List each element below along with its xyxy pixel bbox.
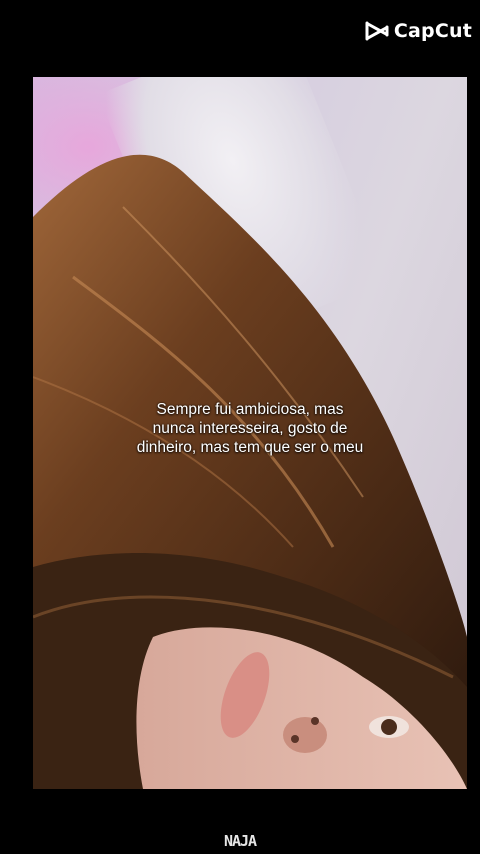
- subtitle-line: nunca interesseira, gosto de: [152, 420, 348, 437]
- capcut-logo-text: CapCut: [393, 20, 472, 42]
- video-subtitle: Sempre fui ambiciosa, mas nunca interess…: [33, 400, 467, 457]
- subtitle-line: dinheiro, mas tem que ser o meu: [136, 439, 364, 456]
- capcut-logo: CapCut: [365, 20, 472, 42]
- subtitle-line: Sempre fui ambiciosa, mas: [156, 401, 344, 418]
- capcut-icon: [365, 21, 389, 41]
- video-frame[interactable]: Sempre fui ambiciosa, mas nunca interess…: [33, 77, 467, 789]
- watermark-text: NAJA: [223, 832, 257, 850]
